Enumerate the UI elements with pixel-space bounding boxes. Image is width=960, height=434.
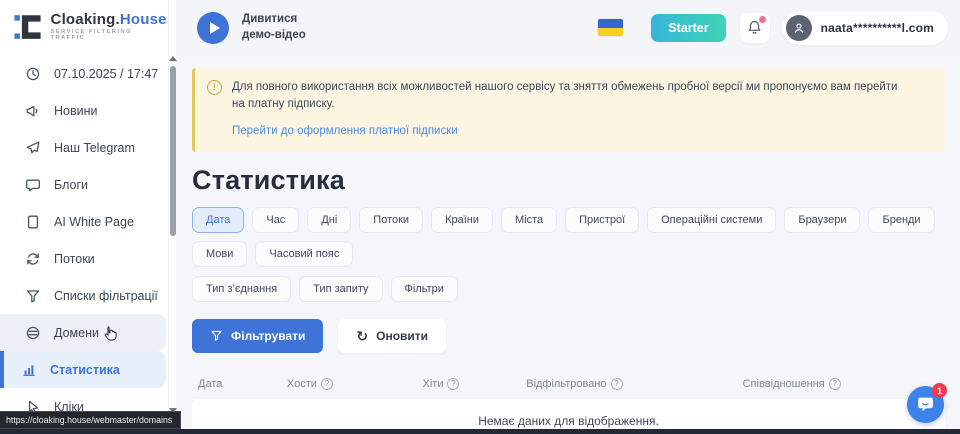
sidebar-item-label: Блоги (54, 178, 88, 192)
bottom-window-edge (0, 429, 960, 434)
chat-bubble-icon (25, 177, 41, 193)
tab-days[interactable]: Дні (307, 207, 351, 233)
stats-tabs-row-1: Дата Час Дні Потоки Країни Міста Пристро… (192, 207, 945, 267)
tab-countries[interactable]: Країни (431, 207, 493, 233)
page-icon (25, 214, 41, 230)
sidebar-item-label: Списки фільтрації (54, 289, 158, 303)
funnel-icon (25, 288, 41, 304)
paper-plane-icon (25, 140, 41, 156)
refresh-button[interactable]: ↻ Оновити (338, 319, 446, 353)
tab-date[interactable]: Дата (192, 207, 244, 233)
sidebar-item-filter-lists[interactable]: Списки фільтрації (0, 277, 166, 314)
scrollbar-up-arrow[interactable] (169, 56, 177, 61)
clock-icon (25, 66, 41, 82)
sidebar-item-label: Домени (54, 326, 99, 340)
filter-button[interactable]: Фільтрувати (192, 319, 323, 353)
refresh-button-label: Оновити (376, 329, 428, 343)
sidebar-item-label: Новини (54, 104, 98, 118)
banner-text: Для повного використання всіх можливосте… (232, 79, 900, 114)
sidebar-item-flows[interactable]: Потоки (0, 240, 166, 277)
tab-languages[interactable]: Мови (192, 241, 247, 267)
notification-dot (759, 16, 766, 23)
brand-logo[interactable]: Cloaking.House SERVICE FILTERING TRAFFIC (0, 0, 168, 54)
sidebar-item-blogs[interactable]: Блоги (0, 166, 166, 203)
stats-table: Дата Хости? Хіти? Відфільтровано? Співві… (192, 368, 945, 434)
brand-tagline: SERVICE FILTERING TRAFFIC (51, 30, 168, 41)
notifications-button[interactable] (740, 13, 770, 43)
demo-video-play-button[interactable] (197, 12, 229, 44)
column-header-ratio: Співвідношення? (743, 378, 939, 390)
browser-status-url: https://cloaking.house/webmaster/domains (0, 411, 181, 429)
loop-icon (25, 251, 41, 267)
bar-chart-icon (21, 362, 37, 378)
chat-unread-badge: 1 (932, 383, 947, 398)
chat-widget-button[interactable]: 1 (907, 386, 944, 423)
app-window: Cloaking.House SERVICE FILTERING TRAFFIC… (0, 0, 960, 434)
tab-browsers[interactable]: Браузери (784, 207, 860, 233)
tab-request-type[interactable]: Тип запиту (299, 276, 382, 302)
help-icon[interactable]: ? (321, 378, 333, 390)
column-header-filtered: Відфільтровано? (526, 378, 742, 390)
globe-icon (25, 325, 41, 341)
help-icon[interactable]: ? (447, 378, 459, 390)
sidebar-item-label: Потоки (54, 252, 95, 266)
ukraine-flag-icon[interactable] (598, 19, 623, 36)
tab-time[interactable]: Час (252, 207, 299, 233)
topbar: Дивитися демо-відео Starter naata*******… (176, 0, 960, 55)
sidebar-item-statistics[interactable]: Статистика (0, 351, 166, 388)
sidebar-scrollbar[interactable] (168, 0, 176, 434)
tab-timezone[interactable]: Часовий пояс (255, 241, 353, 267)
warning-icon: ! (207, 80, 222, 95)
sidebar-item-news[interactable]: Новини (0, 92, 166, 129)
sidebar-item-label: 07.10.2025 / 17:47 (54, 67, 158, 81)
sidebar-item-datetime: 07.10.2025 / 17:47 (0, 55, 166, 92)
subscribe-link[interactable]: Перейти до оформлення платної підписки (232, 123, 458, 140)
tab-flows[interactable]: Потоки (359, 207, 423, 233)
tab-operating-systems[interactable]: Операційні системи (647, 207, 776, 233)
column-header-hosts: Хости? (287, 378, 423, 390)
tab-cities[interactable]: Міста (501, 207, 557, 233)
column-header-hits: Хіти? (423, 378, 527, 390)
page-title: Статистика (192, 165, 945, 196)
funnel-icon (210, 329, 223, 342)
avatar (786, 15, 812, 41)
actions-row: Фільтрувати ↻ Оновити (192, 319, 945, 353)
sidebar-item-domains[interactable]: Домени (0, 314, 166, 351)
sidebar-item-label: Наш Telegram (54, 141, 135, 155)
sidebar-item-label: AI White Page (54, 215, 134, 229)
tab-connection-type[interactable]: Тип з’єднання (192, 276, 291, 302)
tab-filters[interactable]: Фільтри (391, 276, 458, 302)
trial-warning-banner: ! Для повного використання всіх можливос… (192, 68, 945, 152)
user-account-chip[interactable]: naata**********l.com (782, 11, 948, 45)
refresh-icon: ↻ (356, 329, 368, 343)
main-content: ! Для повного використання всіх можливос… (176, 55, 960, 434)
table-header-row: Дата Хости? Хіти? Відфільтровано? Співві… (192, 368, 945, 399)
help-icon[interactable]: ? (611, 378, 623, 390)
tab-brands[interactable]: Бренди (868, 207, 934, 233)
stats-tabs-row-2: Тип з’єднання Тип запиту Фільтри (192, 276, 945, 302)
sidebar-item-label: Статистика (50, 363, 120, 377)
play-icon (210, 22, 220, 34)
sidebar: Cloaking.House SERVICE FILTERING TRAFFIC… (0, 0, 176, 434)
help-icon[interactable]: ? (829, 378, 841, 390)
person-icon (792, 21, 806, 35)
chat-icon (916, 395, 935, 414)
megaphone-icon (25, 103, 41, 119)
sidebar-item-ai-white-page[interactable]: AI White Page (0, 203, 166, 240)
sidebar-menu: 07.10.2025 / 17:47 Новини Наш Telegram Б… (0, 54, 168, 425)
filter-button-label: Фільтрувати (231, 329, 305, 343)
scrollbar-thumb[interactable] (170, 66, 176, 236)
brand-logo-icon (13, 12, 43, 42)
column-header-date: Дата (198, 378, 287, 390)
demo-video-label[interactable]: Дивитися демо-відео (242, 12, 314, 43)
sidebar-item-telegram[interactable]: Наш Telegram (0, 129, 166, 166)
brand-name: Cloaking.House (51, 12, 168, 27)
tab-devices[interactable]: Пристрої (565, 207, 639, 233)
user-email: naata**********l.com (821, 21, 934, 35)
plan-badge[interactable]: Starter (651, 14, 725, 42)
